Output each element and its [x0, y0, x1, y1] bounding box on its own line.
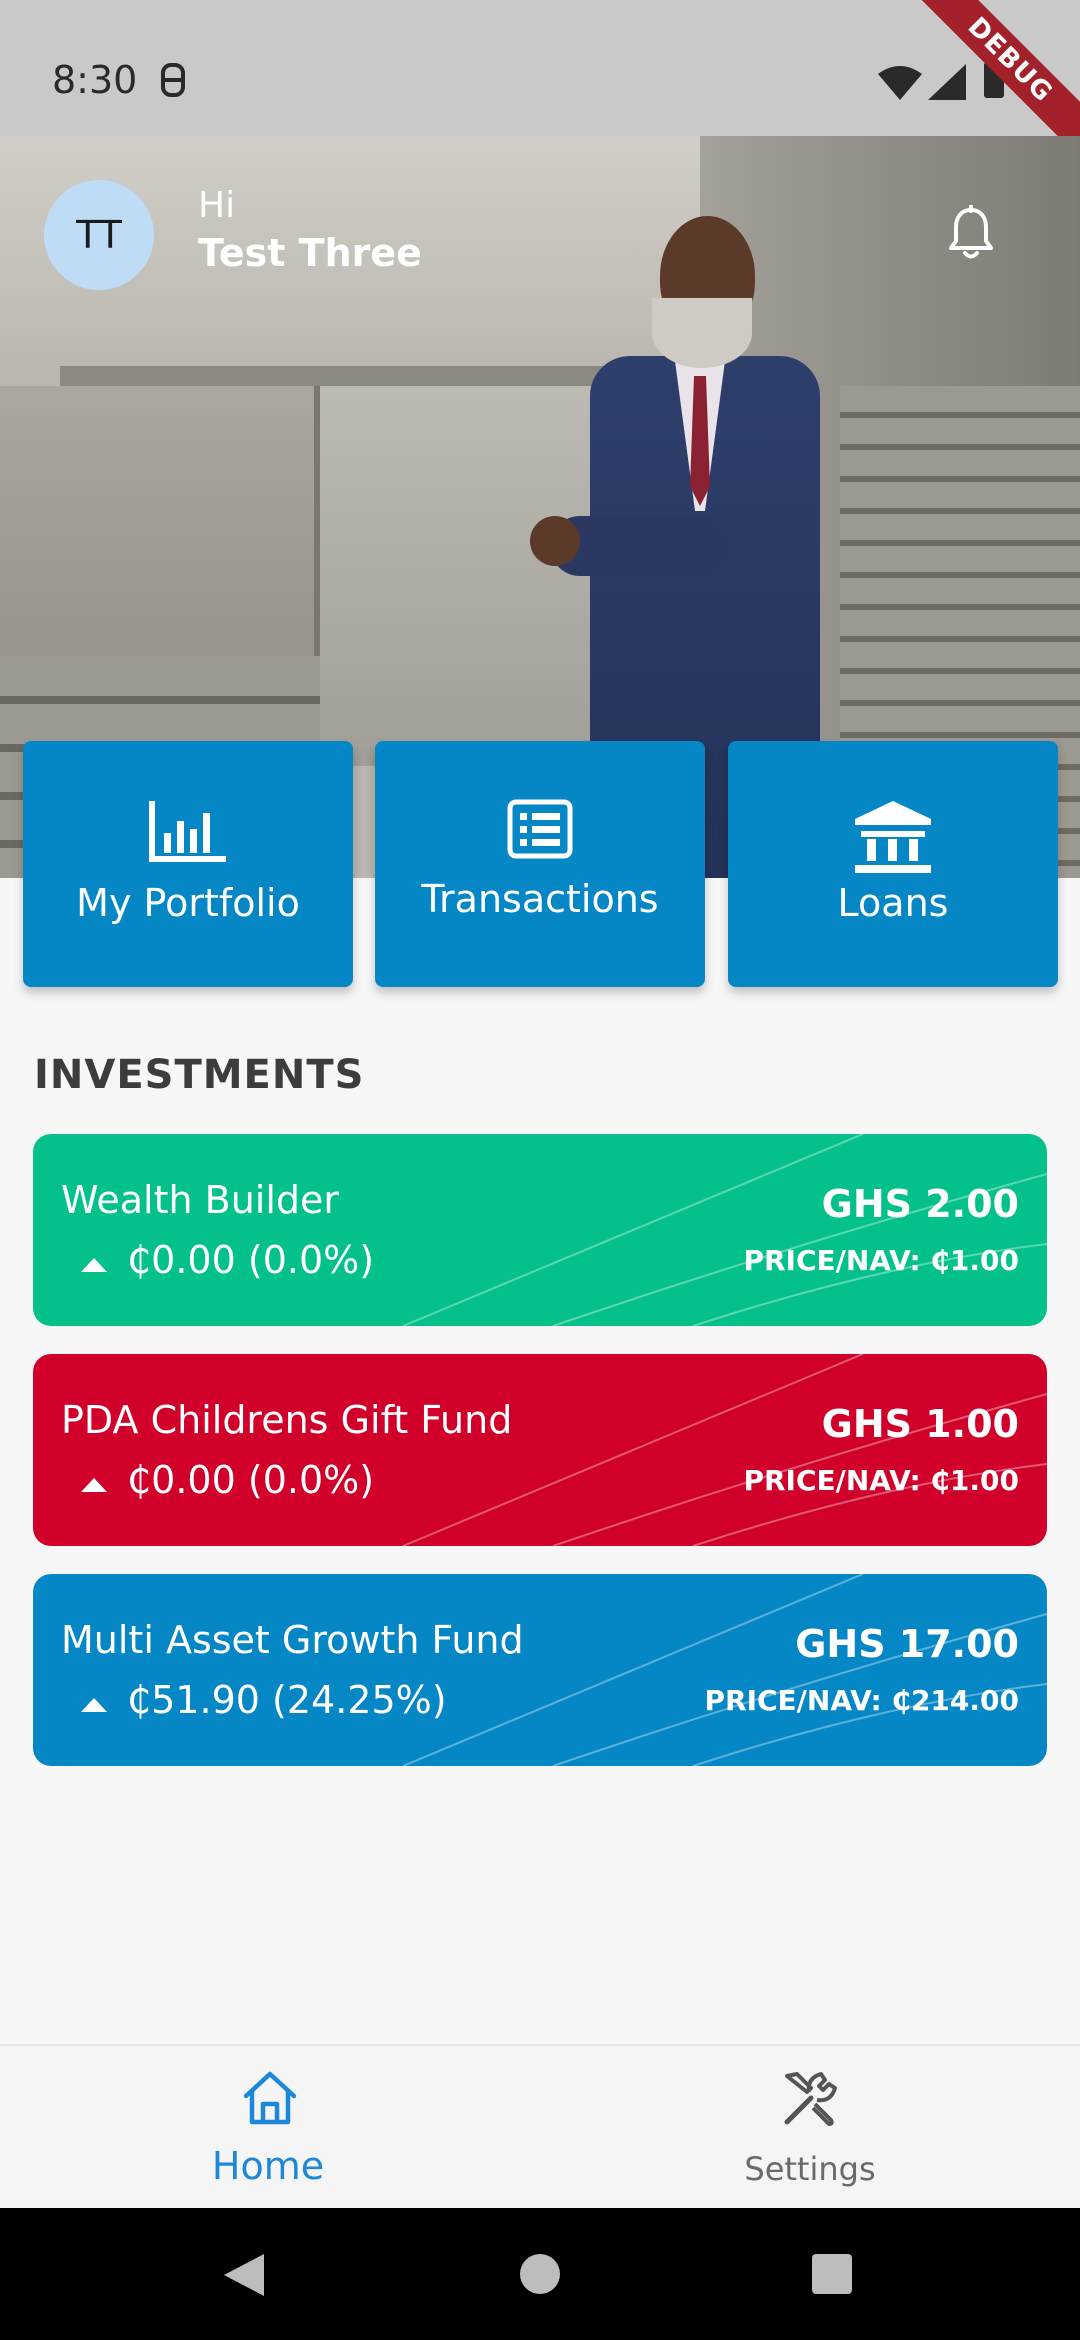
fund-name: PDA Childrens Gift Fund	[61, 1398, 513, 1442]
bank-icon	[855, 801, 931, 873]
trend-up-icon	[81, 1258, 107, 1272]
bar-chart-icon	[149, 801, 226, 862]
fund-nav: PRICE/NAV: ₵214.00	[704, 1684, 1020, 1717]
status-time: 8:30	[52, 58, 138, 102]
trend-up-icon	[81, 1698, 107, 1712]
fund-change: ₵0.00 (0.0%)	[127, 1458, 375, 1502]
user-name: Test Three	[198, 231, 422, 275]
fund-nav: PRICE/NAV: ₵1.00	[743, 1244, 1019, 1277]
home-system-icon[interactable]	[520, 2254, 560, 2294]
investments-title: INVESTMENTS	[34, 1052, 365, 1098]
card-decoration	[402, 1354, 1047, 1546]
tools-icon	[784, 2072, 837, 2126]
fund-change: ₵0.00 (0.0%)	[127, 1238, 375, 1282]
back-icon[interactable]	[222, 2252, 266, 2298]
recents-icon[interactable]	[812, 2254, 852, 2294]
card-decoration	[402, 1574, 1047, 1766]
fund-nav: PRICE/NAV: ₵1.00	[743, 1464, 1019, 1497]
nav-home-label: Home	[211, 2144, 325, 2188]
list-icon	[507, 799, 573, 859]
bottom-navigation: Home Settings	[0, 2044, 1080, 2208]
nav-home[interactable]: Home	[0, 2046, 540, 2210]
avatar[interactable]: TT	[44, 180, 154, 290]
fund-card-pda-childrens-gift-fund[interactable]: PDA Childrens Gift Fund ₵0.00 (0.0%) GHS…	[33, 1354, 1047, 1546]
transactions-label: Transactions	[421, 877, 659, 921]
bell-icon[interactable]	[946, 205, 996, 261]
profile-header: TT Hi Test Three	[44, 180, 422, 290]
fund-card-wealth-builder[interactable]: Wealth Builder ₵0.00 (0.0%) GHS 2.00 PRI…	[33, 1134, 1047, 1326]
my-portfolio-button[interactable]: My Portfolio	[23, 741, 353, 987]
fund-change: ₵51.90 (24.25%)	[127, 1678, 447, 1722]
greeting: Hi Test Three	[198, 186, 422, 280]
home-icon	[243, 2071, 297, 2125]
system-navigation-bar	[0, 2208, 1080, 2340]
status-bar: 8:30 DEBUG	[0, 0, 1080, 167]
trend-up-icon	[81, 1478, 107, 1492]
fund-name: Wealth Builder	[61, 1178, 340, 1222]
fund-value: GHS 1.00	[821, 1402, 1019, 1446]
nav-settings[interactable]: Settings	[540, 2046, 1080, 2210]
sim-icon	[161, 63, 185, 97]
transactions-button[interactable]: Transactions	[375, 741, 705, 987]
greeting-hi: Hi	[198, 185, 236, 226]
fund-card-multi-asset-growth-fund[interactable]: Multi Asset Growth Fund ₵51.90 (24.25%) …	[33, 1574, 1047, 1766]
loans-label: Loans	[837, 881, 949, 925]
my-portfolio-label: My Portfolio	[76, 881, 300, 925]
fund-value: GHS 2.00	[821, 1182, 1019, 1226]
fund-value: GHS 17.00	[795, 1622, 1019, 1666]
loans-button[interactable]: Loans	[728, 741, 1058, 987]
fund-name: Multi Asset Growth Fund	[61, 1618, 524, 1662]
card-decoration	[402, 1134, 1047, 1326]
nav-settings-label: Settings	[744, 2150, 876, 2188]
